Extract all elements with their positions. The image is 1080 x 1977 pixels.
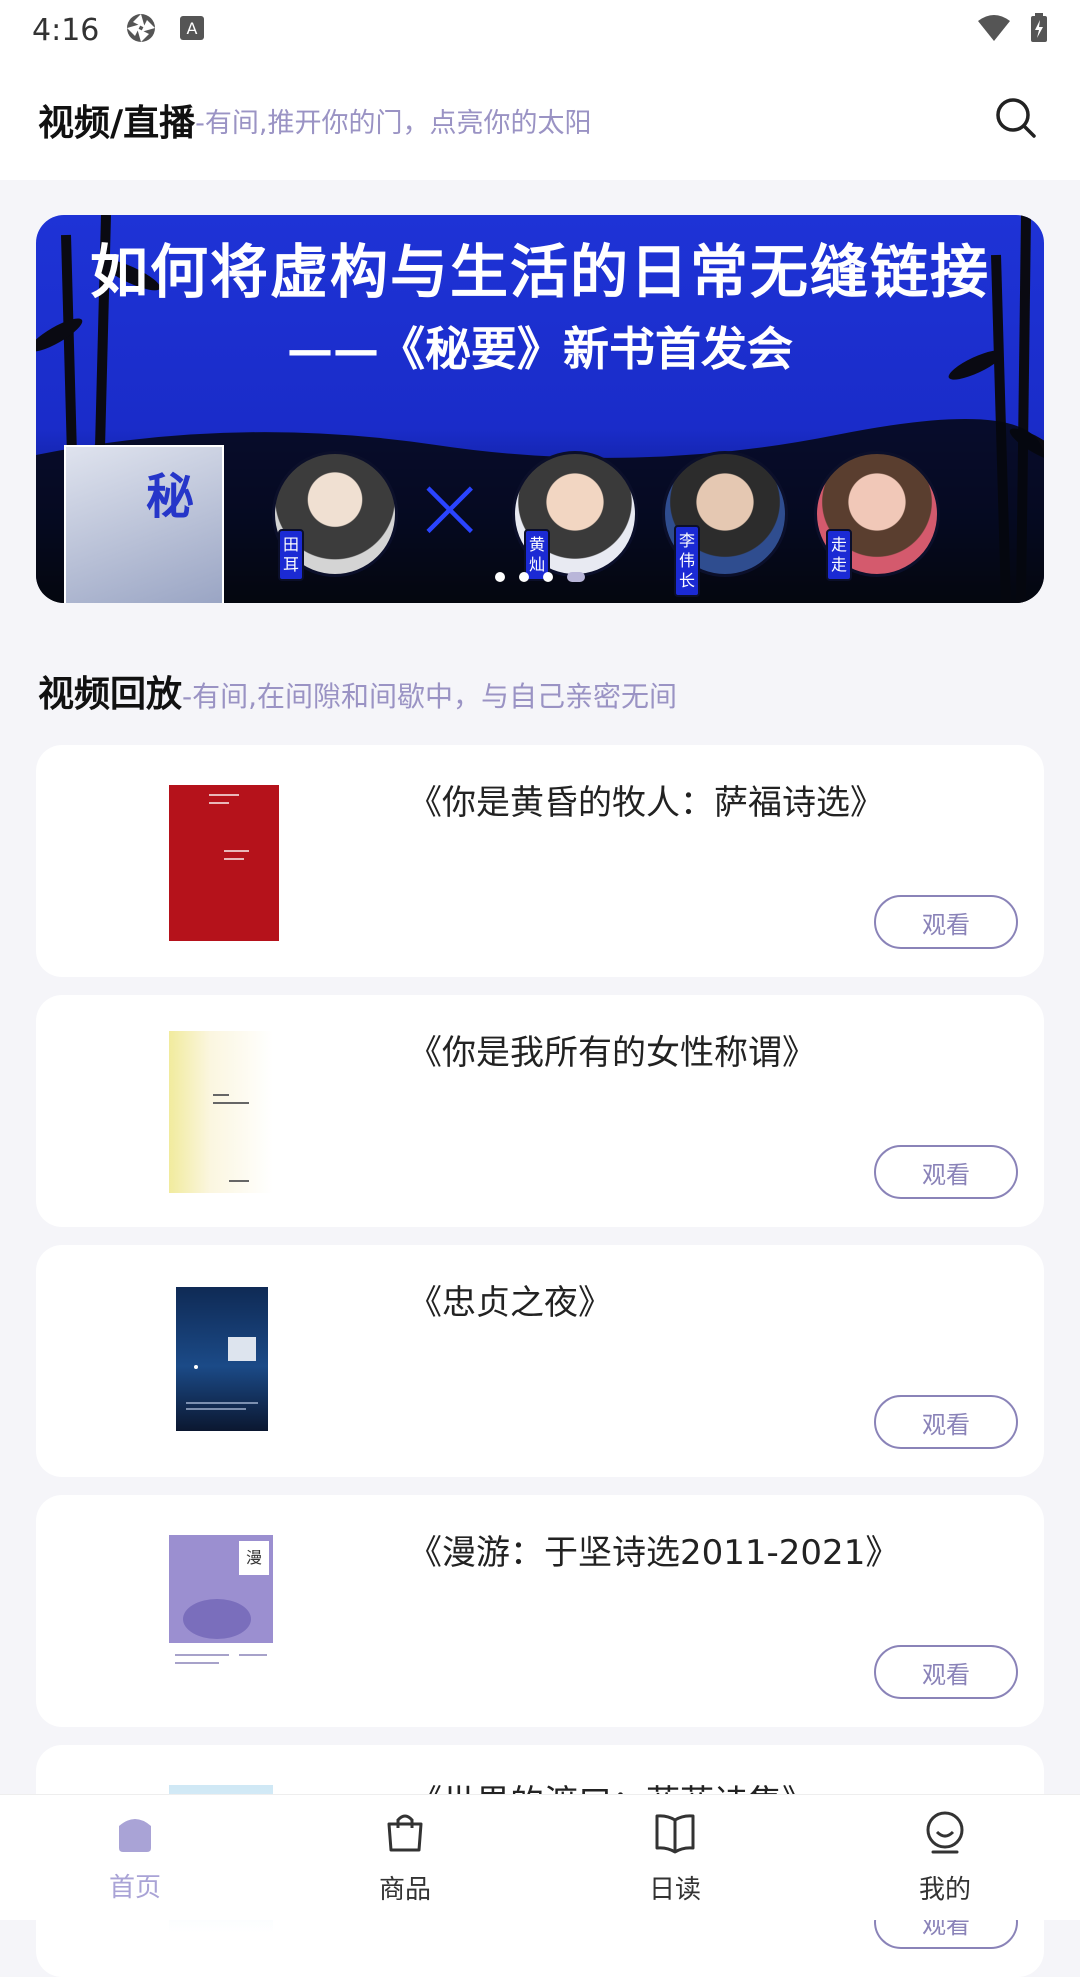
banner-title: 如何将虚构与生活的日常无缝链接	[89, 238, 990, 306]
search-icon	[994, 96, 1038, 144]
watch-button[interactable]: 观看	[874, 1395, 1018, 1449]
video-card[interactable]: 漫 《漫游：于坚诗选2011-2021》 观看	[36, 1495, 1044, 1727]
carousel-dot[interactable]	[495, 572, 505, 582]
svg-text:漫: 漫	[246, 1548, 262, 1567]
video-card[interactable]: 《你是我所有的女性称谓》 观看	[36, 995, 1044, 1227]
section-subtitle: -有间,在间隙和间歇中，与自己亲密无间	[182, 680, 678, 713]
book-cover	[169, 1031, 273, 1193]
shopping-bag-icon	[383, 1810, 427, 1861]
book-cover	[169, 785, 279, 941]
tab-label: 首页	[108, 1872, 161, 1903]
guest-name-tag: 李伟长	[674, 525, 700, 597]
carousel-indicator	[36, 572, 1044, 582]
video-card[interactable]: 《你是黄昏的牧人：萨福诗选》 观看	[36, 745, 1044, 977]
tab-daily-read[interactable]: 日读	[540, 1795, 810, 1920]
tab-mine[interactable]: 我的	[810, 1795, 1080, 1920]
book-cover	[176, 1287, 268, 1431]
tab-products[interactable]: 商品	[270, 1795, 540, 1920]
watch-button[interactable]: 观看	[874, 1645, 1018, 1699]
video-title: 《忠贞之夜》	[408, 1283, 612, 1323]
battery-icon	[1030, 13, 1048, 47]
status-bar: 4:16 A	[0, 0, 1080, 60]
status-time: 4:16	[32, 12, 100, 48]
watch-button[interactable]: 观看	[874, 895, 1018, 949]
video-title: 《你是黄昏的牧人：萨福诗选》	[408, 783, 884, 823]
watch-button[interactable]: 观看	[874, 1145, 1018, 1199]
tab-label: 商品	[378, 1874, 431, 1905]
video-title: 《漫游：于坚诗选2011-2021》	[408, 1533, 900, 1573]
book-cover: 漫	[169, 1535, 273, 1683]
page-title: 视频/直播	[38, 103, 196, 144]
book-icon	[653, 1810, 697, 1861]
wifi-icon	[976, 13, 1012, 47]
svg-text:A: A	[187, 19, 198, 38]
carousel-dot-active[interactable]	[567, 572, 585, 582]
profile-icon	[923, 1810, 967, 1861]
banner-x-mark: ×	[412, 455, 488, 560]
page-subtitle: -有间,推开你的门，点亮你的太阳	[195, 107, 592, 139]
home-icon	[113, 1812, 157, 1859]
text-a-icon: A	[179, 15, 205, 45]
tab-label: 我的	[918, 1874, 971, 1905]
banner-subtitle: ——《秘要》新书首发会	[287, 322, 793, 376]
section-title: 视频回放	[38, 674, 183, 715]
video-title: 《你是我所有的女性称谓》	[408, 1033, 816, 1073]
page-header: 视频/直播 -有间,推开你的门，点亮你的太阳	[0, 60, 1080, 180]
video-card[interactable]: 《忠贞之夜》 观看	[36, 1245, 1044, 1477]
tab-home[interactable]: 首页	[0, 1795, 270, 1920]
carousel-dot[interactable]	[519, 572, 529, 582]
section-header: 视频回放 -有间,在间隙和间歇中，与自己亲密无间	[38, 665, 677, 717]
aperture-icon	[125, 12, 157, 48]
tab-label: 日读	[648, 1874, 701, 1905]
banner-book-char: 秘	[146, 469, 195, 525]
bottom-tab-bar: 首页 商品 日读 我的	[0, 1794, 1080, 1920]
carousel-dot[interactable]	[543, 572, 553, 582]
search-button[interactable]	[990, 94, 1042, 146]
banner-carousel[interactable]: 如何将虚构与生活的日常无缝链接 ——《秘要》新书首发会 秘 × 田耳 黄灿 李伟…	[36, 215, 1044, 603]
